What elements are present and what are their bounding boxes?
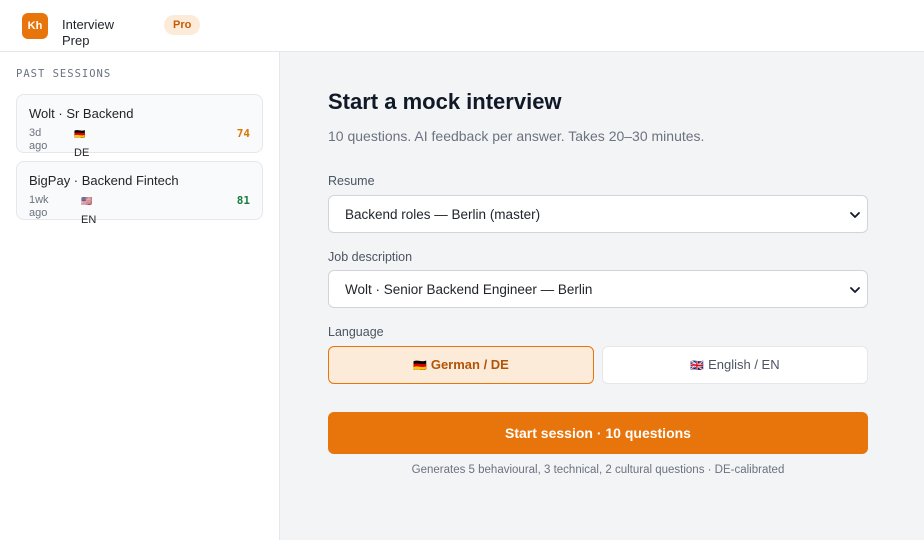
app-title: Interview Prep xyxy=(62,17,115,48)
start-session-button[interactable]: Start session · 10 questions xyxy=(328,412,868,454)
flag-us-icon: 🇺🇸 xyxy=(81,196,93,206)
session-age: 1wk ago xyxy=(29,194,49,219)
job-description-select-value: Wolt · Senior Backend Engineer — Berlin xyxy=(345,282,593,297)
language-option-english[interactable]: 🇬🇧 English / EN xyxy=(602,346,868,384)
chevron-down-icon xyxy=(850,287,860,293)
helper-text: Generates 5 behavioural, 3 technical, 2 … xyxy=(411,464,785,476)
resume-label: Resume xyxy=(328,174,375,188)
pro-badge: Pro xyxy=(164,15,201,35)
session-language: DE xyxy=(74,147,90,159)
language-option-label: German / DE xyxy=(430,357,509,372)
resume-select[interactable]: Backend roles — Berlin (master) xyxy=(328,195,868,233)
app-logo[interactable]: Kh xyxy=(22,13,48,39)
flag-de-icon: 🇩🇪 xyxy=(74,129,86,139)
session-score: 81 xyxy=(236,194,250,207)
session-title: Wolt · Sr Backend xyxy=(29,106,134,121)
app-header: Kh Interview Prep Pro xyxy=(0,0,924,52)
language-option-german[interactable]: 🇩🇪 German / DE xyxy=(328,346,594,384)
session-score: 74 xyxy=(236,127,250,140)
language-option-label: English / EN xyxy=(708,357,780,372)
resume-select-value: Backend roles — Berlin (master) xyxy=(345,207,541,222)
flag-gb-icon: 🇬🇧 xyxy=(690,360,705,372)
sidebar-heading: PAST SESSIONS xyxy=(16,68,112,80)
chevron-down-icon xyxy=(850,212,860,218)
session-title: BigPay · Backend Fintech xyxy=(29,173,179,188)
job-description-select[interactable]: Wolt · Senior Backend Engineer — Berlin xyxy=(328,270,868,308)
page-subtitle: 10 questions. AI feedback per answer. Ta… xyxy=(328,128,705,144)
session-card-wolt[interactable]: Wolt · Sr Backend 3d ago 🇩🇪 DE 74 xyxy=(16,94,263,159)
job-description-label: Job description xyxy=(328,250,413,264)
flag-de-icon: 🇩🇪 xyxy=(413,360,427,372)
session-language: EN xyxy=(81,214,97,226)
sidebar: PAST SESSIONS Wolt · Sr Backend 3d ago 🇩… xyxy=(0,52,280,540)
session-age: 3d ago xyxy=(29,127,48,152)
session-card-bigpay[interactable]: BigPay · Backend Fintech 1wk ago 🇺🇸 EN 8… xyxy=(16,161,263,226)
page-title: Start a mock interview xyxy=(328,89,562,114)
language-label: Language xyxy=(328,325,384,339)
